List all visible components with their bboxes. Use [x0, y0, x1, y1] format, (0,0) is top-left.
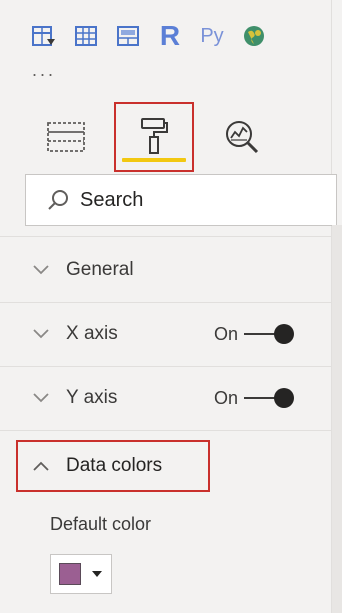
table-icon[interactable] [30, 22, 58, 50]
visualizations-pane: R Py ... Search General X axis On Y axis… [0, 0, 342, 613]
section-general-label: General [66, 259, 134, 280]
chevron-down-icon [32, 328, 50, 340]
map-icon[interactable] [240, 22, 268, 50]
paint-roller-icon [141, 118, 168, 154]
fields-tab[interactable] [40, 103, 92, 171]
divider [0, 430, 332, 431]
active-tab-indicator [122, 158, 186, 162]
default-color-label: Default color [50, 514, 152, 534]
default-color-picker[interactable] [50, 554, 112, 594]
search-box[interactable] [25, 174, 342, 226]
chevron-down-icon [32, 392, 50, 404]
section-x-axis-label: X axis [66, 323, 118, 344]
scrollbar-track[interactable] [332, 225, 342, 613]
y-axis-toggle[interactable]: On [214, 387, 295, 409]
matrix-icon[interactable] [72, 22, 100, 50]
r-visual-icon[interactable]: R [156, 22, 184, 50]
section-general[interactable]: General [0, 238, 332, 302]
chevron-down-icon [32, 264, 50, 276]
section-data-colors[interactable]: Data colors [16, 440, 210, 492]
format-tab[interactable] [114, 102, 194, 172]
x-axis-toggle-label: On [214, 323, 239, 344]
x-axis-toggle[interactable]: On [214, 323, 295, 345]
section-y-axis-label: Y axis [66, 387, 118, 408]
pane-tabs [40, 102, 268, 172]
search-input[interactable] [80, 188, 342, 212]
visualization-icons-row: R Py [30, 20, 268, 52]
r-visual-label: R [159, 20, 181, 51]
color-swatch [59, 563, 81, 585]
fields-icon [47, 122, 85, 152]
section-y-axis[interactable]: Y axis On [0, 366, 332, 430]
toggle-switch [244, 388, 295, 408]
toggle-switch [244, 324, 295, 344]
divider [0, 236, 332, 237]
analytics-tab[interactable] [216, 103, 268, 171]
search-icon [46, 188, 70, 212]
section-data-colors-label: Data colors [66, 455, 163, 476]
section-x-axis[interactable]: X axis On [0, 302, 332, 366]
python-visual-label: Py [200, 25, 224, 47]
key-influencers-icon[interactable] [114, 22, 142, 50]
python-visual-icon[interactable]: Py [198, 22, 226, 50]
caret-down-icon [91, 570, 103, 578]
y-axis-toggle-label: On [214, 387, 239, 408]
chevron-up-icon [32, 460, 50, 472]
more-visuals-button[interactable]: ... [32, 60, 56, 81]
analytics-icon [226, 121, 259, 154]
